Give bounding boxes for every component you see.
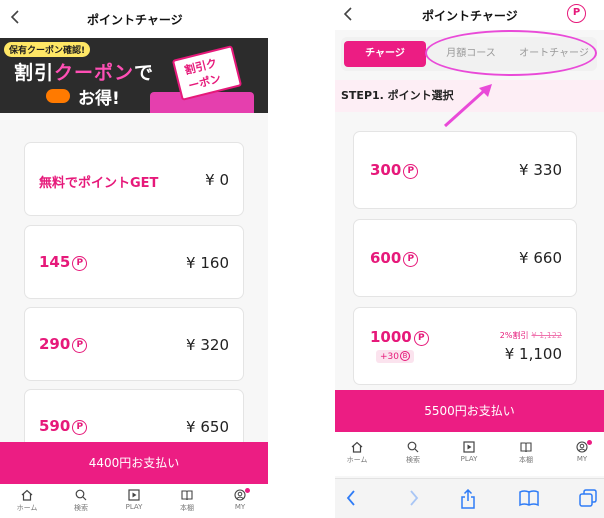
plan-card-300[interactable]: 300 P ¥ 330 (353, 131, 577, 209)
tab-my[interactable]: MY (225, 488, 255, 511)
browser-back-button[interactable] (345, 489, 357, 511)
plan-card-1000[interactable]: 1000 P +30 B 2%割引 ¥ 1,122 ¥ 1,100 (353, 307, 577, 385)
play-icon (463, 441, 475, 453)
tab-play[interactable]: PLAY (119, 489, 149, 511)
coupon-check-tag: 保有クーポン確認! (4, 42, 91, 57)
point-icon: P (72, 420, 88, 435)
plan-price: ¥ 320 (186, 336, 229, 354)
tab-home[interactable]: ホーム (12, 489, 42, 513)
share-icon (461, 488, 475, 509)
notification-dot (245, 488, 250, 493)
plan-points: 300 P (370, 161, 419, 179)
plan-price: ¥ 0 (205, 171, 229, 189)
point-icon: P (72, 256, 88, 271)
browser-toolbar (335, 478, 604, 518)
bonus-icon: B (400, 351, 410, 361)
tab-search[interactable]: 検索 (66, 489, 96, 513)
plan-price: ¥ 660 (519, 249, 562, 267)
banner-headline: 割引クーポンで (14, 58, 154, 85)
play-icon (128, 489, 140, 501)
bookmarks-icon (519, 490, 539, 507)
tab-bookshelf[interactable]: 本棚 (511, 441, 541, 465)
notification-dot (587, 440, 592, 445)
book-icon (520, 442, 532, 453)
tab-bookshelf[interactable]: 本棚 (172, 489, 202, 513)
banner-word-discount: 割引 (14, 62, 55, 84)
header-bar: ポイントチャージ (0, 0, 268, 38)
book-icon (181, 490, 193, 501)
left-screen: ポイントチャージ 保有クーポン確認! 割引クーポンで お得! 割引クーポン 無料… (0, 0, 268, 518)
browser-bookmarks-button[interactable] (519, 489, 539, 511)
bottom-tab-bar: ホーム 検索 PLAY 本棚 MY (335, 432, 604, 476)
forward-arrow-icon (410, 490, 419, 506)
point-icon: P (403, 164, 419, 179)
coupon-banner[interactable]: 保有クーポン確認! 割引クーポンで お得! 割引クーポン (0, 38, 268, 113)
browser-share-button[interactable] (460, 488, 476, 513)
plan-points: 290 P (39, 335, 88, 353)
chevron-left-icon (10, 10, 19, 24)
point-icon: P (72, 338, 88, 353)
banner-word-coupon: クーポン (54, 62, 135, 84)
tab-home[interactable]: ホーム (342, 441, 372, 465)
discount-label: 2%割引 ¥ 1,122 (499, 331, 562, 340)
page-title: ポイントチャージ (87, 13, 183, 27)
annotation-arrow (443, 84, 492, 128)
search-icon (75, 489, 87, 501)
plan-points: 600 P (370, 249, 419, 267)
plan-card-145[interactable]: 145 P ¥ 160 (24, 225, 244, 299)
plan-price: ¥ 330 (519, 161, 562, 179)
pay-button[interactable]: 5500円お支払い (335, 390, 604, 432)
tabs-icon (579, 489, 597, 507)
old-price: ¥ 1,122 (531, 331, 562, 340)
plan-price: ¥ 650 (186, 418, 229, 436)
point-icon: P (403, 252, 419, 267)
search-icon (407, 441, 419, 453)
plan-points: 1000 P (370, 328, 429, 346)
plan-price: ¥ 1,100 (504, 345, 562, 363)
banner-subline: お得! (78, 89, 120, 109)
tab-my[interactable]: MY (567, 440, 597, 463)
home-icon (351, 441, 363, 453)
point-icon: P (413, 331, 429, 346)
plan-card-600[interactable]: 600 P ¥ 660 (353, 219, 577, 297)
banner-word-de: で (134, 62, 155, 84)
tab-play[interactable]: PLAY (454, 441, 484, 463)
browser-tabs-button[interactable] (579, 489, 597, 511)
back-arrow-icon (346, 490, 355, 506)
plan-card-free[interactable]: 無料でポイントGET ¥ 0 (24, 142, 244, 216)
plan-points: 145 P (39, 253, 88, 271)
home-icon (21, 489, 33, 501)
plan-card-290[interactable]: 290 P ¥ 320 (24, 307, 244, 381)
back-button[interactable] (10, 9, 20, 28)
bottom-tab-bar: ホーム 検索 PLAY 本棚 MY (0, 484, 268, 518)
plan-points: 590 P (39, 417, 88, 435)
right-screen: ポイントチャージ P チャージ 月額コース オートチャージ STEP1. ポイン… (335, 0, 604, 518)
banner-badge (46, 89, 70, 103)
plan-price: ¥ 160 (186, 254, 229, 272)
tab-search[interactable]: 検索 (398, 441, 428, 465)
plan-name: 無料でポイントGET (39, 176, 159, 191)
browser-forward-button[interactable] (408, 489, 420, 511)
pay-button[interactable]: 4400円お支払い (0, 442, 268, 484)
bonus-points: +30 B (376, 350, 414, 363)
